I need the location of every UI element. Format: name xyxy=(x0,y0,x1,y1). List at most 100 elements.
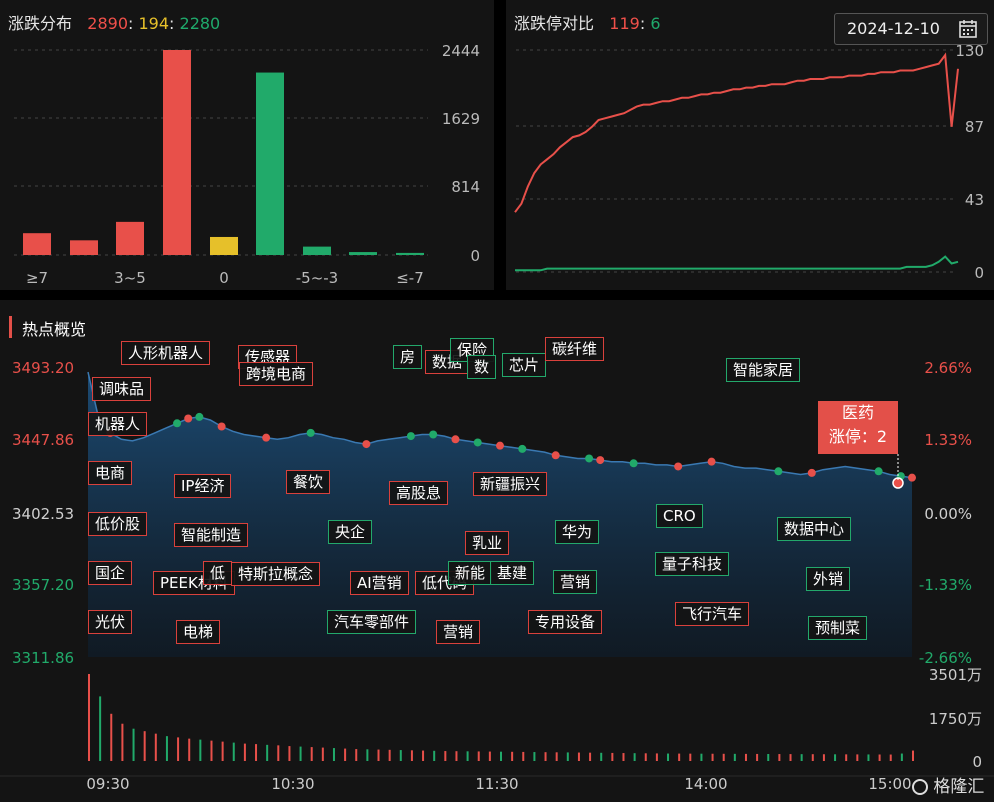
volume-bar xyxy=(722,753,725,761)
tag-limit-up: 涨停：2 xyxy=(828,427,888,446)
right-tick-label: 0.00% xyxy=(924,505,972,523)
bar xyxy=(23,233,51,255)
sector-label[interactable]: 央企 xyxy=(328,520,373,544)
right-tick-label: 1.33% xyxy=(924,431,972,449)
volume-bar xyxy=(577,752,580,761)
volume-bar xyxy=(88,674,90,761)
sector-label[interactable]: 低价股 xyxy=(88,512,148,536)
calendar-icon xyxy=(958,19,978,43)
y-tick-label: 0 xyxy=(470,247,480,265)
volume-bar xyxy=(845,754,848,761)
sector-label[interactable]: 餐饮 xyxy=(286,470,331,494)
time-tick-label: 14:00 xyxy=(684,775,727,793)
x-tick-label: 0 xyxy=(219,269,229,287)
volume-bar xyxy=(477,751,480,761)
volume-bar xyxy=(744,753,747,761)
sector-label[interactable]: 人形机器人 xyxy=(121,341,211,365)
event-dot xyxy=(406,432,415,441)
volume-bar xyxy=(255,744,258,761)
sector-label[interactable]: 预制菜 xyxy=(808,616,868,640)
sector-label[interactable]: 碳纤维 xyxy=(545,337,605,361)
sector-label[interactable]: 基建 xyxy=(490,561,535,585)
sector-label[interactable]: CRO xyxy=(656,504,703,528)
sector-label[interactable]: 低 xyxy=(203,561,233,585)
tag-name: 医药 xyxy=(841,403,874,422)
volume-bar xyxy=(878,754,881,761)
sector-label[interactable]: 国企 xyxy=(88,561,133,585)
sector-label[interactable]: 外销 xyxy=(806,567,851,591)
sector-label[interactable]: 电商 xyxy=(88,461,133,485)
event-dot xyxy=(429,430,438,439)
current-tag: 医药 涨停：2 xyxy=(818,401,898,454)
y-tick-label: 1629 xyxy=(442,110,480,128)
event-dot xyxy=(551,451,560,460)
left-tick-label: 3311.86 xyxy=(12,649,74,667)
sector-label[interactable]: 数据中心 xyxy=(777,517,852,541)
event-dot xyxy=(173,419,182,428)
sector-label[interactable]: 电梯 xyxy=(176,620,221,644)
sector-label[interactable]: 高股息 xyxy=(389,481,449,505)
event-dot xyxy=(496,441,504,450)
volume-tick-label: 3501万 xyxy=(929,666,982,684)
sector-label[interactable]: 调味品 xyxy=(92,377,152,401)
volume-bar xyxy=(232,742,235,761)
left-tick-label: 3447.86 xyxy=(12,431,74,449)
volume-bar xyxy=(544,752,547,761)
sector-label[interactable]: 智能制造 xyxy=(174,523,249,547)
sector-label[interactable]: AI营销 xyxy=(350,571,409,595)
sector-label[interactable]: 量子科技 xyxy=(655,552,730,576)
left-tick-label: 3493.20 xyxy=(12,359,74,377)
time-tick-label: 15:00 xyxy=(868,775,911,793)
sector-label[interactable]: IP经济 xyxy=(174,474,232,498)
x-tick-label: ≤-7 xyxy=(396,269,424,287)
sector-label[interactable]: 华为 xyxy=(555,520,600,544)
volume-bar xyxy=(622,753,625,761)
distribution-chart: 2444 1629 814 0 ≥7 3~5 0 -5~-3 ≤-7 xyxy=(14,42,480,287)
volume-bar xyxy=(188,738,191,761)
sector-label[interactable]: 跨境电商 xyxy=(239,362,314,386)
volume-bar xyxy=(299,746,302,761)
sector-label[interactable]: 飞行汽车 xyxy=(675,602,750,626)
volume-bar xyxy=(867,754,870,761)
volume-bar xyxy=(756,753,759,761)
bar xyxy=(70,240,98,255)
sector-label[interactable]: 乳业 xyxy=(465,531,510,555)
sector-label[interactable]: 机器人 xyxy=(88,412,148,436)
bar xyxy=(163,50,191,255)
watermark: 格隆汇 xyxy=(912,772,984,797)
left-tick-label: 3357.20 xyxy=(12,576,74,594)
volume-bar xyxy=(500,751,502,761)
index-area xyxy=(88,372,912,657)
sector-label[interactable]: 新疆振兴 xyxy=(473,472,548,496)
sector-label[interactable]: 汽车零部件 xyxy=(327,610,417,634)
volume-bar xyxy=(154,733,157,761)
sector-label[interactable]: 新能 xyxy=(448,561,493,585)
sector-label[interactable]: 数 xyxy=(467,355,497,379)
volume-bar xyxy=(377,749,380,761)
volume-bar xyxy=(733,753,736,761)
sector-label[interactable]: 专用设备 xyxy=(528,610,603,634)
sector-label[interactable]: 智能家居 xyxy=(726,358,801,382)
time-tick-label: 10:30 xyxy=(271,775,314,793)
volume-bar xyxy=(711,753,714,761)
event-dot xyxy=(195,412,204,421)
sector-label[interactable]: 营销 xyxy=(436,620,481,644)
sector-label[interactable]: 营销 xyxy=(553,570,598,594)
sector-label[interactable]: 房 xyxy=(393,345,423,369)
volume-bar xyxy=(277,745,280,761)
bar xyxy=(303,246,331,255)
limit-down-line xyxy=(515,255,959,272)
sector-label[interactable]: 特斯拉概念 xyxy=(231,562,321,586)
sector-label[interactable]: 光伏 xyxy=(88,610,133,634)
volume-bar xyxy=(912,750,914,761)
date-picker[interactable]: 2024-12-10 xyxy=(834,13,988,45)
volume-bar xyxy=(800,754,803,761)
date-value: 2024-12-10 xyxy=(847,19,940,38)
volume-bar xyxy=(811,754,814,761)
volume-bar xyxy=(555,752,558,761)
volume-bar xyxy=(900,753,903,761)
volume-bar xyxy=(856,754,859,761)
volume-bar xyxy=(633,753,636,761)
sector-label[interactable]: 芯片 xyxy=(502,353,547,377)
volume-bar xyxy=(522,751,525,761)
